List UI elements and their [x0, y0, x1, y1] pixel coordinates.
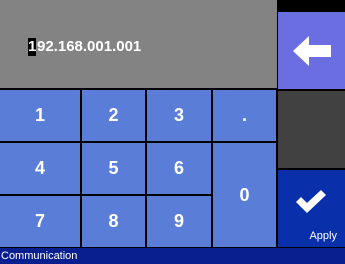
apply-label: Apply — [309, 230, 337, 242]
blank-panel — [278, 91, 345, 168]
arrow-left-icon — [292, 35, 331, 66]
text-cursor: 1 — [28, 38, 36, 56]
key-5[interactable]: 5 — [82, 143, 145, 194]
check-icon — [296, 190, 326, 213]
backspace-button[interactable] — [278, 12, 345, 89]
apply-button[interactable]: Apply — [278, 170, 345, 247]
key-7[interactable]: 7 — [0, 196, 80, 247]
key-8[interactable]: 8 — [82, 196, 145, 247]
key-4[interactable]: 4 — [0, 143, 80, 194]
key-3[interactable]: 3 — [147, 90, 211, 141]
key-2[interactable]: 2 — [82, 90, 145, 141]
ip-display: 192.168.001.001 — [0, 0, 277, 88]
key-0[interactable]: 0 — [213, 143, 276, 247]
key-6[interactable]: 6 — [147, 143, 211, 194]
status-bar: Communication — [0, 248, 345, 264]
key-9[interactable]: 9 — [147, 196, 211, 247]
ip-value-text: 92.168.001.001 — [37, 38, 142, 55]
key-1[interactable]: 1 — [0, 90, 80, 141]
ip-value[interactable]: 192.168.001.001 — [28, 36, 141, 58]
status-text: Communication — [1, 250, 78, 262]
key-dot[interactable]: . — [213, 90, 276, 141]
